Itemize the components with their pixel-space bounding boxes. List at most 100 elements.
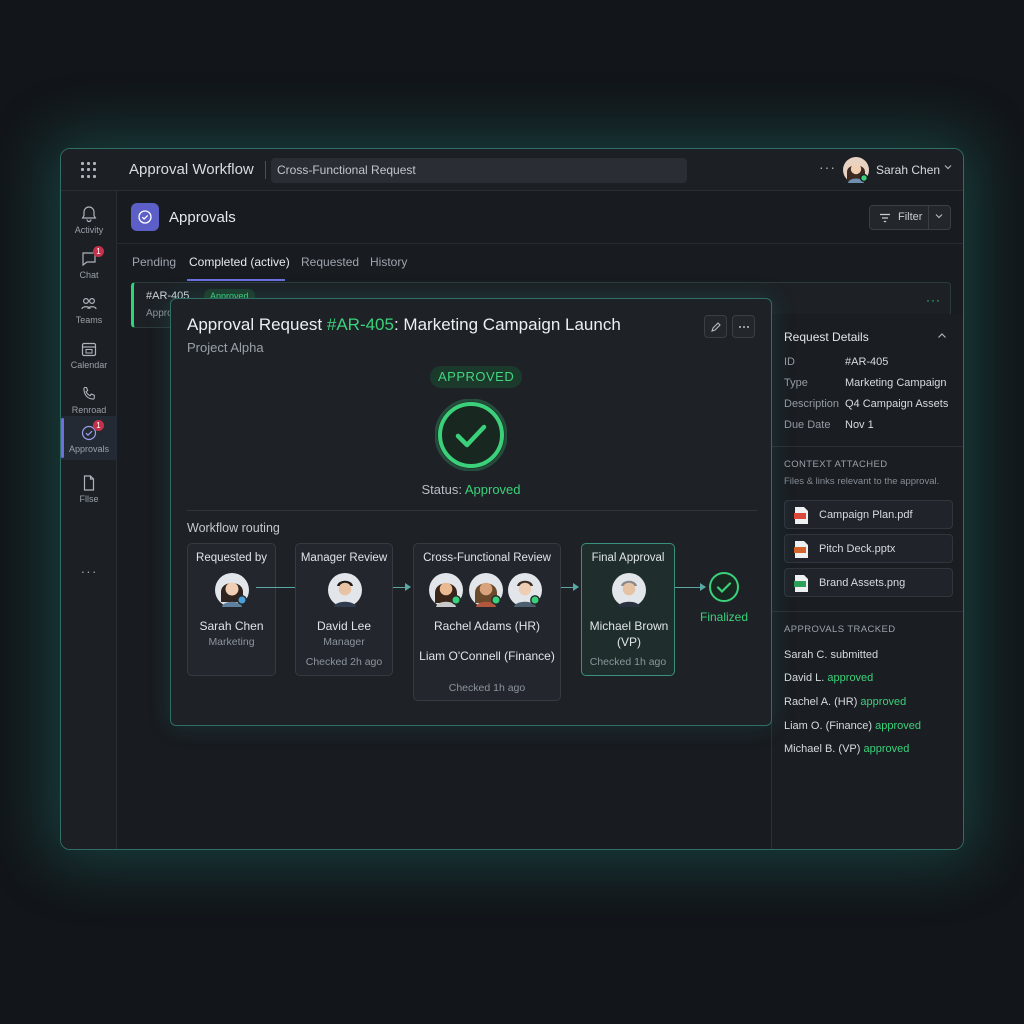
tracked-action: approved bbox=[875, 720, 921, 732]
chevron-up-icon[interactable] bbox=[936, 330, 948, 342]
attachment-campaign-plan[interactable]: Campaign Plan.pdf bbox=[784, 500, 953, 529]
detail-key: Due Date bbox=[784, 419, 831, 431]
tab-completed[interactable]: Completed (active) bbox=[189, 255, 290, 269]
filter-icon bbox=[880, 213, 890, 223]
details-divider bbox=[772, 446, 963, 447]
rail-item-calendar[interactable]: Calendar bbox=[61, 332, 117, 376]
chat-badge: 1 bbox=[93, 246, 104, 257]
rail-label: Renroad bbox=[71, 405, 107, 415]
rail-label: Chat bbox=[79, 270, 99, 280]
more-options-icon[interactable]: ··· bbox=[819, 159, 836, 175]
avatar bbox=[469, 573, 503, 607]
detail-key: Description bbox=[784, 398, 840, 410]
list-item-subtitle: Appro bbox=[146, 308, 173, 319]
approvals-badge: 1 bbox=[93, 420, 104, 431]
request-details-panel: Request Details ID #AR-405 Type Marketin… bbox=[771, 314, 963, 849]
attachment-name: Brand Assets.png bbox=[819, 577, 906, 589]
rail-item-activity[interactable]: Activity bbox=[61, 197, 117, 241]
attachment-brand-assets[interactable]: Brand Assets.png bbox=[784, 568, 953, 597]
user-avatar[interactable] bbox=[843, 157, 869, 183]
edit-button[interactable] bbox=[704, 315, 727, 338]
step-person: David Lee bbox=[316, 619, 372, 633]
arrow-icon bbox=[561, 583, 579, 591]
search-input[interactable]: Cross-Functional Request bbox=[271, 158, 687, 183]
tracked-who: Sarah C. bbox=[784, 649, 831, 661]
tracked-entry: Michael B. (VP) approved bbox=[784, 743, 909, 755]
app-window: Approval Workflow Cross-Functional Reque… bbox=[60, 148, 964, 850]
request-title-prefix: Approval Request bbox=[187, 315, 327, 334]
rail-item-approvals[interactable]: 1 Approvals bbox=[61, 416, 117, 460]
detail-value: Marketing Campaign bbox=[845, 377, 947, 389]
tracked-action: approved bbox=[827, 672, 874, 684]
request-id: #AR-405 bbox=[326, 315, 394, 334]
workflow-step-requested[interactable]: Requested by Sarah Chen Marketing bbox=[187, 543, 276, 676]
tab-history[interactable]: History bbox=[370, 255, 407, 269]
attachment-pitch-deck[interactable]: Pitch Deck.pptx bbox=[784, 534, 953, 563]
app-title: Approval Workflow bbox=[129, 161, 254, 178]
avatar bbox=[215, 573, 249, 607]
tracked-who: Rachel A. (HR) bbox=[784, 696, 861, 708]
tracked-entry: David L. approved bbox=[784, 672, 873, 684]
tab-pending[interactable]: Pending bbox=[132, 255, 176, 269]
rail-label: Approvals bbox=[68, 444, 110, 454]
tracked-action: approved bbox=[863, 743, 910, 755]
top-bar: Approval Workflow Cross-Functional Reque… bbox=[61, 149, 963, 191]
app-launcher-icon[interactable] bbox=[81, 162, 97, 178]
tracked-entry: Sarah C. submitted bbox=[784, 649, 878, 661]
step-checked-time: Checked 1h ago bbox=[448, 682, 526, 694]
workflow-step-final[interactable]: Final Approval Michael Brown (VP) Checke… bbox=[581, 543, 675, 676]
pptx-icon bbox=[794, 541, 808, 558]
tracked-who: Michael B. (VP) bbox=[784, 743, 864, 755]
step-person: Michael Brown (VP) bbox=[589, 619, 669, 649]
tracked-entry: Liam O. (Finance) approved bbox=[784, 720, 921, 732]
more-options-button[interactable] bbox=[732, 315, 755, 338]
tracked-who: Liam O. (Finance) bbox=[784, 720, 876, 732]
approvals-app-icon bbox=[131, 203, 159, 231]
chevron-down-icon[interactable] bbox=[943, 162, 953, 172]
filter-divider bbox=[928, 206, 929, 229]
context-note: Files & links relevant to the approval. bbox=[784, 476, 940, 487]
step-checked-time: Checked 1h ago bbox=[589, 656, 667, 668]
more-icon bbox=[738, 326, 749, 328]
step-person: Rachel Adams (HR) bbox=[433, 619, 541, 633]
tracked-who: David L. bbox=[784, 672, 828, 684]
filter-label: Filter bbox=[898, 211, 923, 223]
tracked-caption: APPROVALS TRACKED bbox=[784, 624, 896, 635]
step-person: Sarah Chen bbox=[199, 619, 264, 633]
detail-key: Type bbox=[784, 377, 808, 389]
avatar bbox=[612, 573, 646, 607]
tab-requested[interactable]: Requested bbox=[301, 255, 359, 269]
png-icon bbox=[794, 575, 808, 592]
detail-key: ID bbox=[784, 356, 795, 368]
attachment-name: Pitch Deck.pptx bbox=[819, 543, 896, 555]
tracked-entry: Rachel A. (HR) approved bbox=[784, 696, 906, 708]
row-more-icon[interactable]: ··· bbox=[926, 293, 941, 307]
rail-item-files[interactable]: Fllse bbox=[61, 466, 117, 510]
check-circle-icon bbox=[435, 399, 507, 471]
rail-more-icon[interactable]: ··· bbox=[61, 563, 117, 579]
rail-item-chat[interactable]: 1 Chat bbox=[61, 242, 117, 286]
step-checked-time: Checked 2h ago bbox=[305, 656, 383, 668]
workflow-step-cross-functional[interactable]: Cross-Functional Review Rachel Adams (HR… bbox=[413, 543, 561, 701]
status-text: Status: Approved bbox=[171, 482, 771, 497]
request-title: Approval Request #AR-405: Marketing Camp… bbox=[187, 315, 621, 335]
tracked-action: submitted bbox=[830, 649, 879, 661]
project-name: Project Alpha bbox=[187, 340, 264, 355]
step-role: Manager bbox=[323, 636, 365, 648]
status-label: Status: bbox=[421, 482, 465, 497]
step-role: Marketing bbox=[208, 636, 255, 648]
details-title: Request Details bbox=[784, 330, 869, 344]
tracked-action: approved bbox=[860, 696, 907, 708]
rail-label: Teams bbox=[75, 315, 103, 325]
avatar bbox=[508, 573, 542, 607]
rail-item-teams[interactable]: Teams bbox=[61, 287, 117, 331]
active-tab-indicator bbox=[187, 279, 285, 281]
step-header: Final Approval bbox=[591, 552, 665, 564]
rail-label: Fllse bbox=[79, 494, 99, 504]
workflow-step-manager[interactable]: Manager Review David Lee Manager Checked… bbox=[295, 543, 393, 676]
rail-item-calls[interactable]: Renroad bbox=[61, 377, 117, 421]
pencil-icon bbox=[710, 322, 721, 332]
chevron-down-icon[interactable] bbox=[934, 211, 944, 221]
user-name[interactable]: Sarah Chen bbox=[876, 163, 940, 177]
filter-button[interactable]: Filter bbox=[869, 205, 951, 230]
